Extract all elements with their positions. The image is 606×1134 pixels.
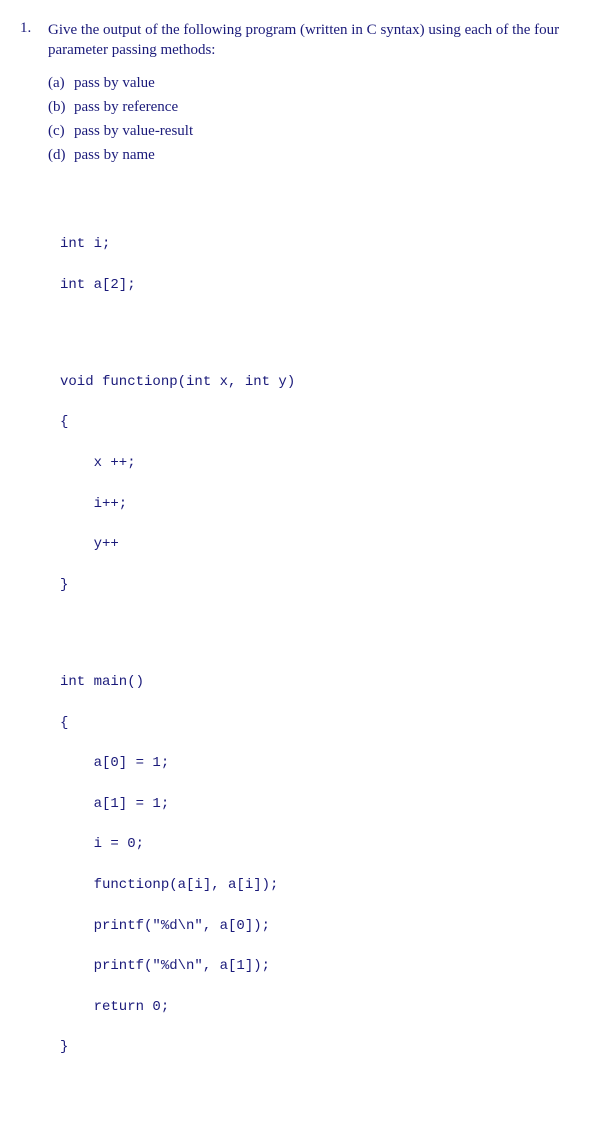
subitem-label: (a): [48, 75, 74, 92]
code-declarations: int i; int a[2];: [60, 214, 566, 315]
code-line: a[0] = 1;: [60, 753, 566, 773]
code-line: void functionp(int x, int y): [60, 372, 566, 392]
code-line: i = 0;: [60, 834, 566, 854]
code-line: i++;: [60, 494, 566, 514]
code-line: }: [60, 1037, 566, 1057]
subitem-text: pass by value-result: [74, 123, 193, 140]
subitem-a: (a) pass by value: [48, 75, 566, 92]
subitem-c: (c) pass by value-result: [48, 123, 566, 140]
code-line: int a[2];: [60, 275, 566, 295]
question-text: Give the output of the following program…: [48, 20, 566, 61]
subitem-b: (b) pass by reference: [48, 99, 566, 116]
subitem-label: (c): [48, 123, 74, 140]
subitem-label: (d): [48, 147, 74, 164]
subitem-d: (d) pass by name: [48, 147, 566, 164]
subitem-text: pass by name: [74, 147, 155, 164]
sublist: (a) pass by value (b) pass by reference …: [48, 75, 566, 164]
code-block: int i; int a[2]; void functionp(int x, i…: [60, 194, 566, 1115]
code-line: x ++;: [60, 453, 566, 473]
question-number: 1.: [20, 20, 48, 37]
subitem-label: (b): [48, 99, 74, 116]
code-line: {: [60, 713, 566, 733]
subitem-text: pass by reference: [74, 99, 178, 116]
code-line: int i;: [60, 234, 566, 254]
code-line: printf("%d\n", a[1]);: [60, 956, 566, 976]
code-line: a[1] = 1;: [60, 794, 566, 814]
subitem-text: pass by value: [74, 75, 155, 92]
code-main: int main() { a[0] = 1; a[1] = 1; i = 0; …: [60, 652, 566, 1078]
code-line: return 0;: [60, 997, 566, 1017]
code-line: functionp(a[i], a[i]);: [60, 875, 566, 895]
code-line: y++: [60, 534, 566, 554]
code-line: int main(): [60, 672, 566, 692]
code-line: {: [60, 412, 566, 432]
code-line: }: [60, 575, 566, 595]
code-line: printf("%d\n", a[0]);: [60, 916, 566, 936]
question-row: 1. Give the output of the following prog…: [20, 20, 566, 61]
